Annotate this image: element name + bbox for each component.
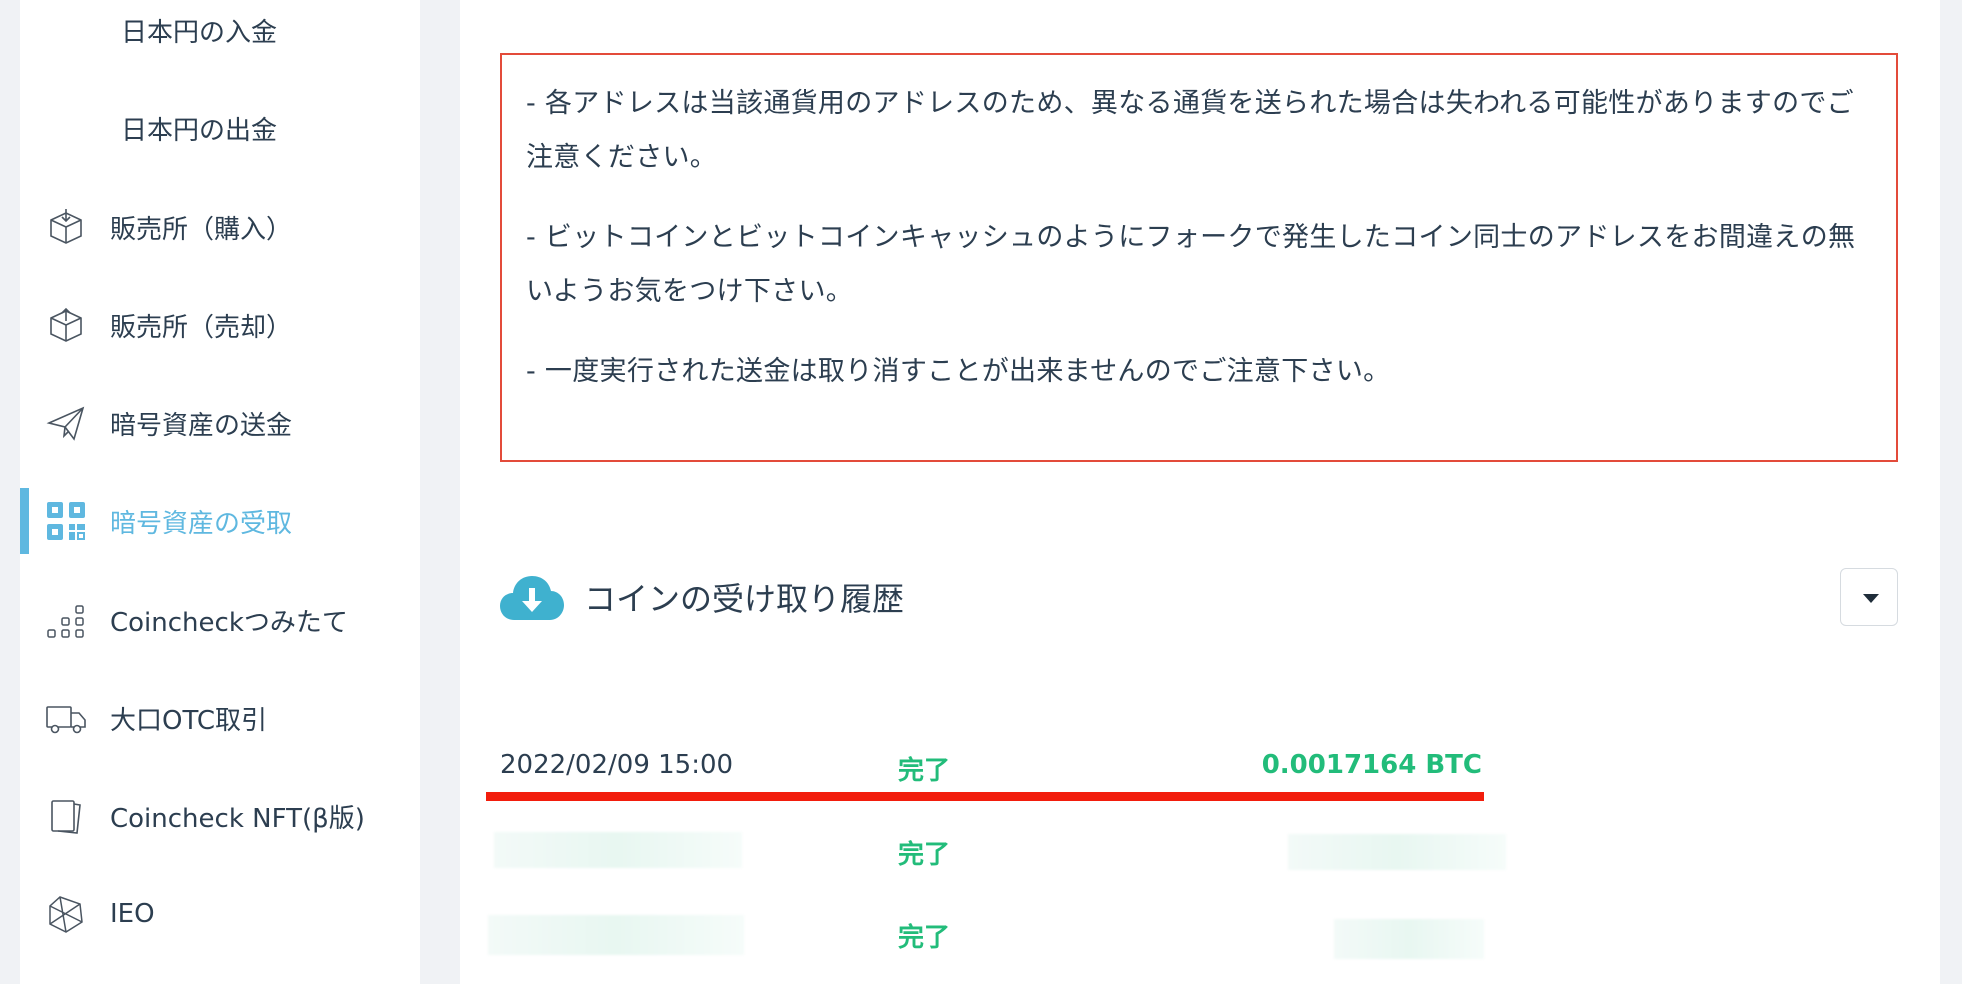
sidebar-item-label: 大口OTC取引 bbox=[110, 705, 267, 736]
history-header: コインの受け取り履歴 bbox=[500, 560, 1898, 630]
sidebar-item-jpy-deposit[interactable]: 日本円の入金 bbox=[20, 0, 420, 65]
box-out-icon bbox=[46, 305, 86, 345]
caret-down-icon bbox=[1863, 594, 1879, 603]
notice-line: - 一度実行された送金は取り消すことが出来ませんのでご注意下さい。 bbox=[526, 356, 1391, 387]
table-row: 完了 bbox=[488, 822, 1506, 882]
table-row: 完了 bbox=[488, 905, 1488, 965]
truck-icon bbox=[46, 698, 86, 738]
sidebar-item-sell[interactable]: 販売所（売却） bbox=[20, 290, 420, 360]
sidebar-item-ieo[interactable]: IEO bbox=[20, 879, 420, 949]
history-amount: 0.0017164 BTC bbox=[1261, 750, 1482, 780]
sidebar-item-buy[interactable]: 販売所（購入） bbox=[20, 192, 420, 262]
history-date: 2022/02/09 15:00 bbox=[500, 750, 734, 780]
dots-stairs-icon bbox=[46, 600, 86, 640]
box-in-icon bbox=[46, 207, 86, 247]
sidebar-item-label: 販売所（購入） bbox=[110, 214, 293, 245]
sidebar-item-label: 暗号資産の受取 bbox=[110, 508, 293, 539]
sidebar-item-tsumitate[interactable]: Coincheckつみたて bbox=[20, 585, 420, 655]
sidebar-item-label: Coincheckつみたて bbox=[110, 607, 348, 638]
notice-box: - 各アドレスは当該通貨用のアドレスのため、異なる通貨を送られた場合は失われる可… bbox=[500, 53, 1898, 462]
redacted-date bbox=[488, 915, 744, 955]
redacted-date bbox=[494, 832, 742, 868]
sidebar-item-label: 日本円の出金 bbox=[121, 115, 278, 146]
sidebar-item-label: Coincheck NFT(β版) bbox=[110, 803, 365, 834]
highlight-underline bbox=[486, 792, 1484, 801]
redacted-amount bbox=[1334, 919, 1484, 959]
cloud-download-icon bbox=[500, 572, 564, 622]
history-dropdown-button[interactable] bbox=[1840, 568, 1898, 626]
sidebar-item-label: IEO bbox=[110, 899, 155, 929]
qr-code-icon bbox=[46, 501, 86, 541]
history-status: 完了 bbox=[898, 923, 951, 953]
main-content: - 各アドレスは当該通貨用のアドレスのため、異なる通貨を送られた場合は失われる可… bbox=[460, 0, 1940, 984]
history-status: 完了 bbox=[898, 756, 951, 786]
cards-icon bbox=[46, 796, 86, 836]
sidebar-item-label: 暗号資産の送金 bbox=[110, 410, 293, 441]
table-row: 2022/02/09 15:00 完了 0.0017164 BTC bbox=[488, 738, 1488, 798]
sidebar-item-nft[interactable]: Coincheck NFT(β版) bbox=[20, 781, 420, 851]
sidebar-item-otc[interactable]: 大口OTC取引 bbox=[20, 683, 420, 753]
sidebar-item-label: 日本円の入金 bbox=[121, 17, 278, 48]
notice-line: - 各アドレスは当該通貨用のアドレスのため、異なる通貨を送られた場合は失われる可… bbox=[526, 88, 1854, 173]
notice-line: - ビットコインとビットコインキャッシュのようにフォークで発生したコイン同士のア… bbox=[526, 222, 1856, 307]
sidebar-item-label: 販売所（売却） bbox=[110, 312, 293, 343]
sidebar-item-receive[interactable]: 暗号資産の受取 bbox=[20, 486, 420, 556]
sidebar: 日本円の入金 日本円の出金 販売所（購入） 販売所（売却） 暗号資産の送金 暗号… bbox=[20, 0, 420, 984]
sidebar-item-jpy-withdraw[interactable]: 日本円の出金 bbox=[20, 93, 420, 163]
history-title: コインの受け取り履歴 bbox=[584, 580, 905, 618]
history-status: 完了 bbox=[898, 840, 951, 870]
redacted-amount bbox=[1288, 834, 1506, 870]
paper-plane-icon bbox=[46, 403, 86, 443]
gem-icon bbox=[46, 894, 86, 934]
sidebar-item-send[interactable]: 暗号資産の送金 bbox=[20, 388, 420, 458]
